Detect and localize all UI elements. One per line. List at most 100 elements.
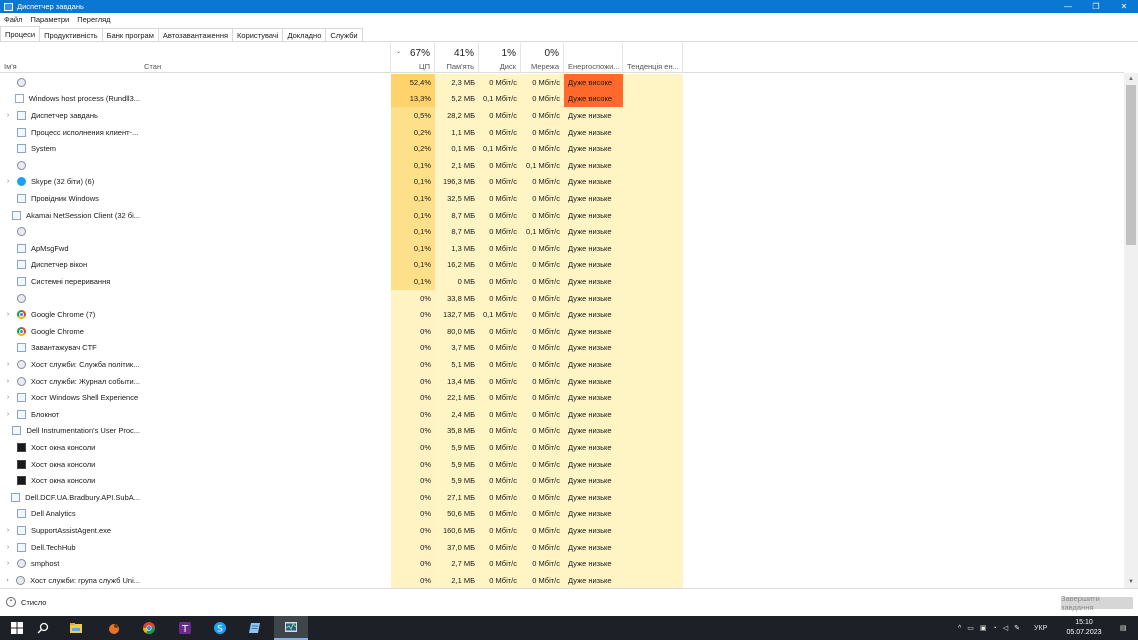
language-indicator[interactable]: УКР [1034, 625, 1047, 632]
header-name[interactable]: Ім'я [0, 43, 140, 73]
expand-chevron-icon[interactable]: › [3, 112, 13, 119]
header-status[interactable]: Стан [140, 43, 391, 73]
taskbar-skype[interactable]: S [203, 616, 237, 640]
network-cell: 0 Мбіт/с [521, 472, 564, 489]
table-row[interactable]: › Skype (32 біти) (6) 0,1% 196,3 МБ 0 Мбіт/с… [0, 173, 1124, 191]
table-row[interactable]: › Хост служби: Журнал событи... 0% 13,4 МБ 0… [0, 372, 1124, 390]
header-cpu[interactable]: ⌄ 67% ЦП [391, 43, 435, 73]
table-row[interactable]: Хост окна консоли 0% 5,9 МБ 0 Мбіт/с 0 Мбіт/… [0, 439, 1124, 456]
table-row[interactable]: › SupportAssistAgent.exe 0% 160,6 МБ 0 Мбіт/… [0, 522, 1124, 539]
header-power[interactable]: Енергоспожи... [564, 43, 623, 73]
table-row[interactable]: Хост окна консоли 0% 5,9 МБ 0 Мбіт/с 0 Мбіт/… [0, 472, 1124, 489]
table-row[interactable]: › Dell.TechHub 0% 37,0 МБ 0 Мбіт/с 0 Мбіт/с Ду… [0, 538, 1124, 556]
table-row[interactable]: Dell Instrumentation's User Proc... 0% 35,… [0, 422, 1124, 440]
expand-chevron-icon[interactable]: › [3, 378, 13, 385]
expand-chevron-icon[interactable]: › [3, 394, 13, 401]
table-row[interactable]: Хост окна консоли 0% 5,9 МБ 0 Мбіт/с 0 Мбіт/… [0, 455, 1124, 473]
tab-app-history[interactable]: Банк програм [101, 28, 159, 41]
memory-cell: 160,6 МБ [435, 522, 479, 539]
table-row[interactable]: › Google Chrome (7) 0% 132,7 МБ 0,1 Мбіт/с 0 … [0, 306, 1124, 323]
table-row[interactable]: › smphost 0% 2,7 МБ 0 Мбіт/с 0 Мбіт/с Дуже низ… [0, 555, 1124, 572]
expand-chevron-icon[interactable]: › [3, 178, 13, 185]
table-row[interactable]: › Диспетчер завдань 0,5% 28,2 МБ 0 Мбіт/с 0 М… [0, 107, 1124, 124]
menu-view[interactable]: Перегляд [77, 15, 110, 24]
expand-chevron-icon[interactable]: › [3, 544, 13, 551]
notification-button[interactable]: ▤ [1120, 616, 1127, 640]
table-row[interactable]: 0,1% 8,7 МБ 0 Мбіт/с 0,1 Мбіт/с Дуже низьке [0, 223, 1124, 240]
header-network[interactable]: 0% Мережа [521, 43, 564, 73]
scroll-down-icon[interactable]: ▼ [1124, 576, 1138, 588]
tab-users[interactable]: Користувачі [232, 28, 284, 41]
table-row[interactable]: › Хост служби: Служба політик... 0% 5,1 МБ 0… [0, 356, 1124, 373]
power-cell: Дуже низьке [564, 439, 623, 456]
table-row[interactable]: Процесс исполнения клиент-... 0,2% 1,1 МБ 0… [0, 123, 1124, 141]
table-row[interactable]: Dell Analytics 0% 50,6 МБ 0 Мбіт/с 0 Мбіт/с Д… [0, 505, 1124, 523]
menu-options[interactable]: Параметри [30, 15, 69, 24]
taskbar-game[interactable] [97, 616, 131, 640]
cpu-cell: 0% [391, 439, 435, 456]
table-row[interactable]: Провідник Windows 0,1% 32,5 МБ 0 Мбіт/с 0 Мб… [0, 190, 1124, 207]
taskbar-task-manager[interactable] [274, 616, 308, 640]
table-row[interactable]: › Хост Windows Shell Experience 0% 22,1 МБ 0… [0, 389, 1124, 406]
fewer-details-button[interactable]: ⌃ Стисло [6, 597, 46, 607]
device-icon[interactable]: ▣ [980, 624, 987, 632]
table-row[interactable]: 52,4% 2,3 МБ 0 Мбіт/с 0 Мбіт/с Дуже високе [0, 74, 1124, 91]
battery-icon[interactable]: ▭ [967, 624, 974, 632]
vertical-scrollbar[interactable]: ▲ ▼ [1124, 73, 1138, 588]
search-button[interactable] [26, 616, 60, 640]
table-row[interactable]: System 0,2% 0,1 МБ 0,1 Мбіт/с 0 Мбіт/с Дуже н… [0, 140, 1124, 157]
header-power-trend[interactable]: Тенденція ен... [623, 43, 683, 73]
maximize-button[interactable]: ❐ [1082, 0, 1110, 13]
table-row[interactable]: 0% 33,8 МБ 0 Мбіт/с 0 Мбіт/с Дуже низьке [0, 289, 1124, 307]
power-cell: Дуже низьке [564, 123, 623, 141]
table-row[interactable]: › Хост служби: група служб Uni... 0% 2,1 МБ… [0, 572, 1124, 588]
chevron-up-icon[interactable]: ^ [958, 625, 961, 632]
close-button[interactable]: ✕ [1110, 0, 1138, 13]
table-row[interactable]: › Блокнот 0% 2,4 МБ 0 Мбіт/с 0 Мбіт/с Дуже низ… [0, 406, 1124, 423]
pen-icon[interactable]: ✎ [1014, 624, 1020, 632]
gear-icon [17, 77, 26, 87]
expand-chevron-icon[interactable]: › [3, 361, 13, 368]
table-row[interactable]: Завантажувач CTF 0% 3,7 МБ 0 Мбіт/с 0 Мбіт/с… [0, 339, 1124, 357]
scroll-thumb[interactable] [1126, 85, 1136, 245]
tab-processes[interactable]: Процеси [0, 26, 41, 41]
minimize-button[interactable]: — [1054, 0, 1082, 13]
end-task-button[interactable]: Завершити завдання [1061, 594, 1133, 612]
scroll-up-icon[interactable]: ▲ [1124, 73, 1138, 85]
table-row[interactable]: ApMsgFwd 0,1% 1,3 МБ 0 Мбіт/с 0 Мбіт/с Дуже н… [0, 240, 1124, 257]
taskbar-t-app[interactable]: T [168, 616, 202, 640]
expand-chevron-icon[interactable]: › [3, 560, 13, 567]
table-row[interactable]: Системні переривання 0,1% 0 МБ 0 Мбіт/с 0 Мб… [0, 273, 1124, 290]
table-row[interactable]: 0,1% 2,1 МБ 0 Мбіт/с 0,1 Мбіт/с Дуже низьке [0, 157, 1124, 174]
tab-details[interactable]: Докладно [282, 28, 327, 41]
expand-chevron-icon[interactable]: › [3, 577, 12, 584]
table-row[interactable]: Akamai NetSession Client (32 бі... 0,1% 8,… [0, 206, 1124, 224]
process-name: Dell Instrumentation's User Proc... [26, 426, 140, 436]
table-row[interactable]: Google Chrome 0% 80,0 МБ 0 Мбіт/с 0 Мбіт/с Ду… [0, 323, 1124, 340]
expand-chevron-icon[interactable]: › [3, 527, 13, 534]
process-name-cell [0, 157, 140, 174]
header-disk[interactable]: 1% Диск [479, 43, 521, 73]
clock[interactable]: 15:10 05.07.2023 [1064, 618, 1104, 638]
table-row[interactable]: Windows host process (Rundll3... 13,3% 5,2… [0, 90, 1124, 108]
network-icon[interactable]: ◔ [993, 625, 997, 632]
cpu-cell: 0% [391, 422, 435, 440]
expand-chevron-icon[interactable]: › [3, 311, 13, 318]
t-app-icon: T [179, 622, 191, 635]
taskbar-chrome[interactable] [132, 616, 166, 640]
table-row[interactable]: Диспетчер вікон 0,1% 16,2 МБ 0 Мбіт/с 0 Мбіт… [0, 256, 1124, 274]
process-name: Хост Windows Shell Experience [31, 393, 139, 403]
power-cell: Дуже низьке [564, 157, 623, 174]
tab-services[interactable]: Служби [325, 28, 363, 41]
taskbar-file-explorer[interactable] [59, 616, 93, 640]
header-memory[interactable]: 41% Пам'ять [435, 43, 479, 73]
process-name: Dell.DCF.UA.Bradbury.API.SubA... [25, 492, 140, 502]
tab-performance[interactable]: Продуктивність [39, 28, 103, 41]
speaker-icon[interactable]: ◁ [1003, 624, 1008, 632]
tab-startup[interactable]: Автозавантаження [157, 28, 234, 41]
menu-file[interactable]: Файл [4, 15, 22, 24]
taskbar-notepad[interactable] [238, 616, 272, 640]
disk-cell: 0 Мбіт/с [479, 489, 521, 506]
expand-chevron-icon[interactable]: › [3, 411, 13, 418]
table-row[interactable]: Dell.DCF.UA.Bradbury.API.SubA... 0% 27,1 М… [0, 489, 1124, 506]
